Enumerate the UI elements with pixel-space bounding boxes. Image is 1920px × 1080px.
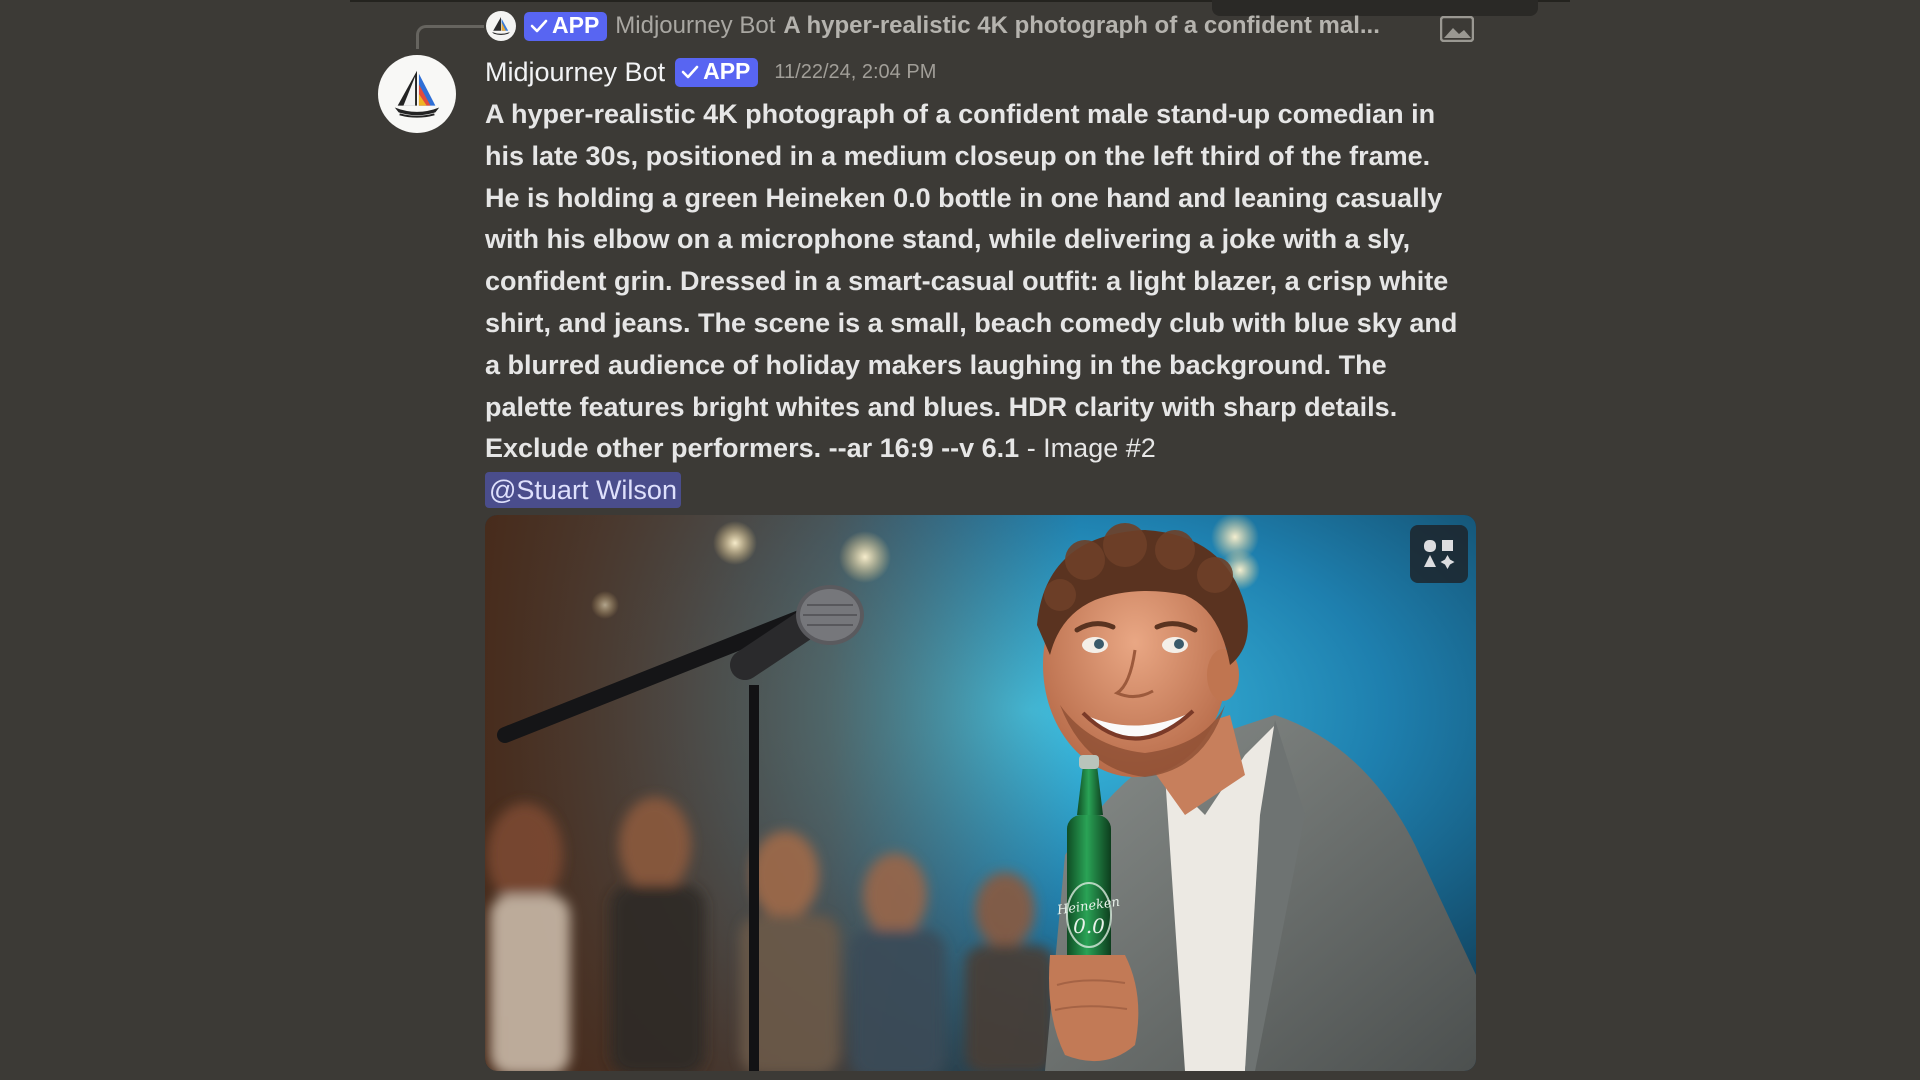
prompt-text: A hyper-realistic 4K photograph of a con…: [485, 99, 1458, 464]
reply-reference[interactable]: APP Midjourney Bot A hyper-realistic 4K …: [486, 10, 1380, 42]
image-attachment[interactable]: Heineken 0.0: [485, 515, 1476, 1071]
remix-button[interactable]: [1410, 525, 1468, 583]
verified-check-icon: [681, 65, 699, 79]
image-icon: [1440, 16, 1474, 42]
reply-author[interactable]: Midjourney Bot: [615, 12, 775, 40]
reply-app-badge-label: APP: [552, 12, 600, 39]
username[interactable]: Midjourney Bot: [485, 57, 665, 88]
reply-avatar[interactable]: [486, 11, 516, 41]
user-mention[interactable]: @Stuart Wilson: [485, 472, 681, 509]
verified-check-icon: [530, 19, 548, 33]
timestamp[interactable]: 11/22/24, 2:04 PM: [774, 61, 936, 84]
remix-shapes-icon: [1424, 540, 1455, 569]
message-content: A hyper-realistic 4K photograph of a con…: [485, 94, 1465, 512]
avatar[interactable]: [378, 55, 456, 133]
reply-app-badge: APP: [524, 11, 608, 41]
sailboat-logo-icon: [492, 17, 510, 35]
generated-image: Heineken 0.0: [485, 515, 1476, 1071]
reply-preview-text[interactable]: A hyper-realistic 4K photograph of a con…: [783, 12, 1380, 40]
image-number: - Image #2: [1019, 433, 1156, 464]
app-badge-label: APP: [703, 58, 751, 85]
app-badge: APP: [675, 57, 759, 87]
message-header: Midjourney Bot APP 11/22/24, 2:04 PM: [485, 52, 936, 92]
sailboat-logo-icon: [394, 70, 440, 118]
reply-spine: [416, 25, 484, 49]
bottle-label-number: 0.0: [1073, 914, 1105, 938]
